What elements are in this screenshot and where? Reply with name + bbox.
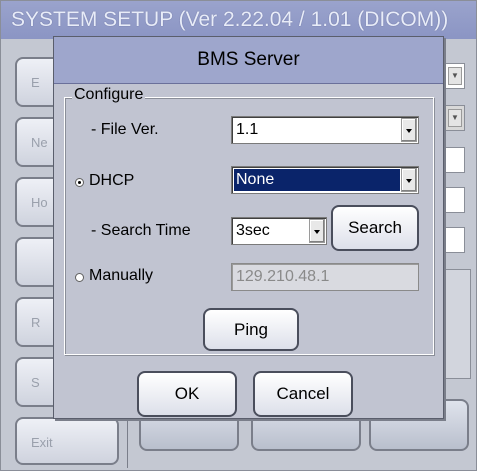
chevron-down-icon[interactable] — [401, 168, 417, 192]
dhcp-radio[interactable] — [75, 178, 84, 187]
ping-button[interactable]: Ping — [203, 308, 299, 351]
file-ver-select[interactable]: 1.1 — [231, 116, 419, 144]
dialog-title: BMS Server — [54, 37, 443, 84]
search-time-select[interactable]: 3sec — [231, 217, 327, 245]
dhcp-value: None — [234, 169, 400, 191]
file-ver-value: 1.1 — [236, 121, 259, 138]
dhcp-label: DHCP — [89, 172, 135, 189]
bms-server-dialog: BMS Server Configure - File Ver. 1.1 DHC… — [53, 36, 444, 419]
configure-group-label: Configure — [72, 86, 146, 104]
chevron-down-icon[interactable] — [309, 219, 325, 243]
manually-radio[interactable] — [75, 273, 84, 282]
cancel-button[interactable]: Cancel — [253, 371, 353, 417]
system-setup-title: SYSTEM SETUP (Ver 2.22.04 / 1.01 (DICOM)… — [1, 1, 476, 39]
search-time-value: 3sec — [236, 222, 270, 239]
dhcp-select[interactable]: None — [231, 166, 419, 194]
chevron-down-icon: ▼ — [448, 67, 462, 85]
manually-label: Manually — [89, 267, 154, 284]
exit-button[interactable]: Exit — [15, 417, 119, 465]
chevron-down-icon[interactable] — [401, 118, 417, 142]
file-ver-label: - File Ver. — [91, 121, 159, 138]
configure-group: Configure - File Ver. 1.1 DHCP None - Se… — [64, 86, 434, 355]
ip-address-field[interactable]: 129.210.48.1 — [231, 263, 419, 291]
search-time-label: - Search Time — [91, 222, 191, 239]
chevron-down-icon: ▼ — [448, 109, 462, 127]
ok-button[interactable]: OK — [137, 371, 237, 417]
search-button[interactable]: Search — [331, 205, 419, 251]
